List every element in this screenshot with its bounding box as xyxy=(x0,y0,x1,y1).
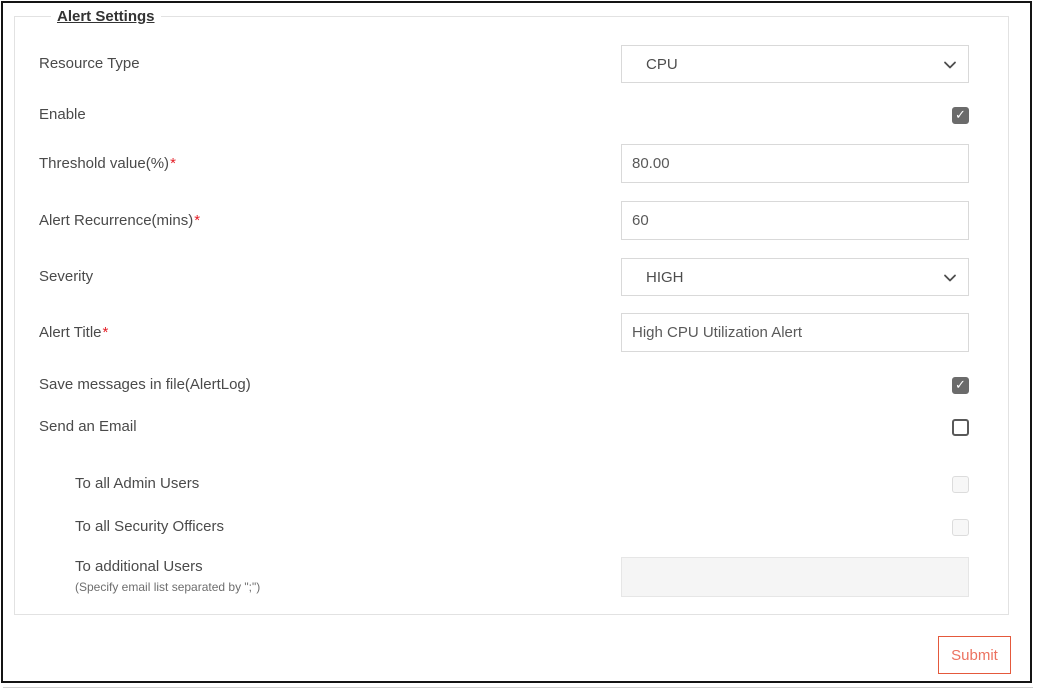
email-security-checkbox: ✓ xyxy=(952,519,969,536)
submit-bar: Submit xyxy=(938,636,1011,674)
chevron-down-icon xyxy=(943,271,957,285)
severity-selected-value: HIGH xyxy=(646,269,684,286)
threshold-input[interactable] xyxy=(621,144,969,183)
email-additional-hint: (Specify email list separated by ";") xyxy=(75,580,260,594)
required-marker: * xyxy=(103,324,109,341)
row-save-log: Save messages in file(AlertLog) ✓ xyxy=(39,375,969,395)
recurrence-label: Alert Recurrence(mins)* xyxy=(39,211,200,231)
send-email-checkbox[interactable]: ✓ xyxy=(952,419,969,436)
row-resource-type: Resource Type CPU xyxy=(39,45,969,83)
row-threshold: Threshold value(%)* xyxy=(39,144,969,183)
required-marker: * xyxy=(170,155,176,172)
alert-settings-fieldset: Alert Settings Resource Type CPU Enable xyxy=(14,8,1009,615)
enable-label: Enable xyxy=(39,105,86,125)
enable-checkbox[interactable]: ✓ xyxy=(952,107,969,124)
alert-settings-window: Alert Settings Resource Type CPU Enable xyxy=(1,1,1032,683)
save-log-label: Save messages in file(AlertLog) xyxy=(39,375,251,395)
email-additional-input xyxy=(621,557,969,597)
row-enable: Enable ✓ xyxy=(39,105,969,125)
row-send-email: Send an Email ✓ xyxy=(39,417,969,437)
resource-type-selected-value: CPU xyxy=(646,56,678,73)
check-icon: ✓ xyxy=(955,108,966,121)
resource-type-label: Resource Type xyxy=(39,54,140,74)
email-additional-label: To additional Users (Specify email list … xyxy=(39,557,260,597)
row-severity: Severity HIGH xyxy=(39,258,969,296)
chevron-down-icon xyxy=(943,58,957,72)
row-email-additional: To additional Users (Specify email list … xyxy=(39,557,969,597)
email-security-label: To all Security Officers xyxy=(39,517,224,537)
row-recurrence: Alert Recurrence(mins)* xyxy=(39,201,969,240)
email-admins-label: To all Admin Users xyxy=(39,474,199,494)
email-admins-checkbox: ✓ xyxy=(952,476,969,493)
row-alert-title: Alert Title* xyxy=(39,313,969,352)
row-email-admins: To all Admin Users ✓ xyxy=(39,474,969,494)
alert-title-label: Alert Title* xyxy=(39,323,108,343)
severity-select[interactable]: HIGH xyxy=(621,258,969,296)
save-log-checkbox[interactable]: ✓ xyxy=(952,377,969,394)
row-email-security: To all Security Officers ✓ xyxy=(39,517,969,537)
threshold-label: Threshold value(%)* xyxy=(39,154,176,174)
alert-title-input[interactable] xyxy=(621,313,969,352)
resource-type-select[interactable]: CPU xyxy=(621,45,969,83)
check-icon: ✓ xyxy=(955,378,966,391)
send-email-label: Send an Email xyxy=(39,417,137,437)
required-marker: * xyxy=(194,212,200,229)
severity-label: Severity xyxy=(39,267,93,287)
submit-button[interactable]: Submit xyxy=(938,636,1011,674)
screen: Alert Settings Resource Type CPU Enable xyxy=(0,0,1037,690)
recurrence-input[interactable] xyxy=(621,201,969,240)
window-shadow xyxy=(3,687,1033,688)
form-title: Alert Settings xyxy=(51,8,161,25)
